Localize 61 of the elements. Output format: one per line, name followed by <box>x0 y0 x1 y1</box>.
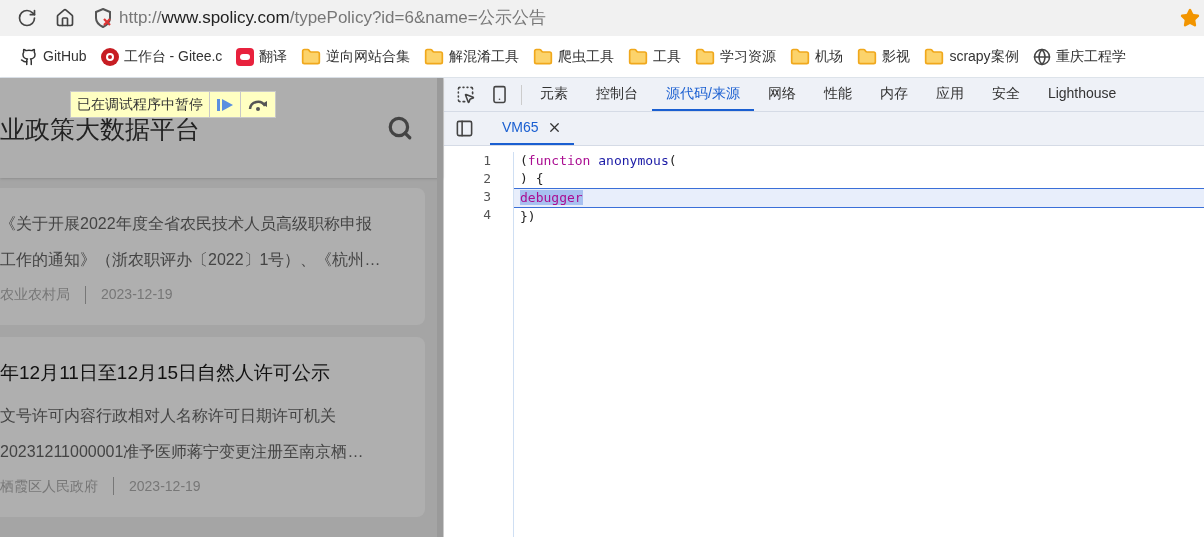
globe-icon <box>1032 47 1051 66</box>
site-title: 业政策大数据平台 <box>0 114 200 146</box>
devtools-tab[interactable]: 内存 <box>865 78 922 111</box>
folder-icon <box>628 46 649 67</box>
folder-icon <box>924 46 945 67</box>
step-over-icon <box>247 97 269 112</box>
home-icon[interactable] <box>55 8 75 28</box>
youdao-icon <box>236 47 255 66</box>
devtools-tab[interactable]: 应用 <box>921 78 978 111</box>
folder-icon <box>695 46 716 67</box>
devtools-tab[interactable]: 安全 <box>977 78 1034 111</box>
code-line: ) { <box>520 170 545 188</box>
devtools-tab[interactable]: 性能 <box>809 78 866 111</box>
search-icon[interactable] <box>387 115 413 141</box>
bookmark-item[interactable]: 逆向网站合集 <box>301 46 411 67</box>
devtools-tab[interactable]: 控制台 <box>582 78 652 111</box>
device-toolbar-icon[interactable] <box>490 85 509 104</box>
policy-date: 2023-12-19 <box>129 476 201 496</box>
paused-label: 已在调试程序中暂停 <box>76 95 204 114</box>
code-line: (function anonymous( <box>520 152 678 170</box>
bookmark-item[interactable]: 工具 <box>628 46 682 67</box>
bookmark-item[interactable]: 解混淆工具 <box>424 46 520 67</box>
policy-summary-line: 《关于开展2022年度全省农民技术人员高级职称申报 <box>0 214 373 234</box>
bookmark-item[interactable]: 影视 <box>857 46 911 67</box>
policy-summary-line: 工作的通知》（浙农职评办〔2022〕1号）、《杭州… <box>0 250 382 270</box>
not-secure-icon <box>93 8 113 28</box>
line-number: 3 <box>483 188 491 206</box>
folder-icon <box>790 46 811 67</box>
code-line: }) <box>520 208 537 226</box>
reload-icon[interactable] <box>17 8 37 28</box>
policy-title: 年12月11日至12月15日自然人许可公示 <box>0 361 332 385</box>
folder-icon <box>857 46 878 67</box>
bookmark-item[interactable]: scrapy案例 <box>924 46 1019 67</box>
bookmark-item[interactable]: 爬虫工具 <box>533 46 615 67</box>
bookmark-item[interactable]: 重庆工程学 <box>1032 46 1126 67</box>
file-tab[interactable]: VM65 <box>490 112 574 145</box>
toggle-navigator-icon[interactable] <box>455 119 474 138</box>
folder-icon <box>301 46 322 67</box>
bookmark-item[interactable]: 机场 <box>790 46 844 67</box>
line-number: 4 <box>483 206 491 224</box>
bookmark-item[interactable]: 学习资源 <box>695 46 777 67</box>
devtools-tab[interactable]: Lighthouse <box>1033 78 1131 111</box>
bookmark-item[interactable]: 翻译 <box>236 46 288 67</box>
bookmark-item[interactable]: 工作台 - Gitee.c <box>100 46 223 67</box>
url-text: http://www.spolicy.com/typePolicy?id=6&name=公示公告 <box>119 7 546 30</box>
line-number: 1 <box>483 152 491 170</box>
github-icon <box>20 47 38 66</box>
gitee-icon <box>100 47 119 66</box>
policy-summary-line: 20231211000001准予医师蒋宁变更注册至南京栖… <box>0 441 365 462</box>
line-number: 2 <box>483 170 491 188</box>
policy-date: 2023-12-19 <box>101 285 173 304</box>
devtools-tab[interactable]: 网络 <box>753 78 810 111</box>
inspect-icon[interactable] <box>456 85 475 104</box>
folder-icon <box>424 46 445 67</box>
resume-icon <box>216 97 234 112</box>
bookmark-item[interactable]: GitHub <box>20 46 87 67</box>
bookmark-star-icon[interactable] <box>1180 8 1200 28</box>
devtools-tab[interactable]: 元素 <box>526 78 582 111</box>
policy-summary-line: 文号许可内容行政相对人名称许可日期许可机关 <box>0 405 337 426</box>
file-tab-label: VM65 <box>502 118 539 137</box>
folder-icon <box>533 46 554 67</box>
